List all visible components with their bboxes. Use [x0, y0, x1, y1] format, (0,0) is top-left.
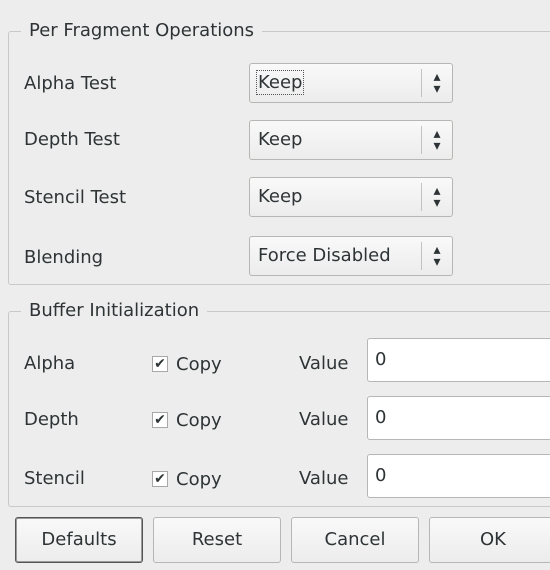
- stencil-copy-label: Copy: [176, 468, 222, 490]
- depth-test-value: Keep: [258, 129, 303, 150]
- checkmark-icon: ✔: [152, 471, 168, 487]
- stencil-copy-checkbox[interactable]: ✔ Copy: [152, 459, 222, 499]
- alpha-value-label: Value: [299, 353, 349, 374]
- alpha-copy-label: Copy: [176, 353, 222, 375]
- checkmark-icon: ✔: [152, 356, 168, 372]
- blending-label: Blending: [24, 247, 104, 268]
- blending-value: Force Disabled: [258, 245, 391, 266]
- alpha-value-field[interactable]: 0: [367, 338, 550, 382]
- buffer-stencil-label: Stencil: [24, 468, 85, 489]
- cancel-button[interactable]: Cancel: [291, 517, 419, 563]
- up-down-arrows-icon: ▴ ▾: [433, 183, 441, 211]
- alpha-test-value: Keep: [255, 70, 305, 95]
- depth-value-field[interactable]: 0: [367, 396, 550, 440]
- stencil-value-field[interactable]: 0: [367, 454, 550, 498]
- settings-dialog: Per Fragment Operations Alpha Test Keep …: [0, 0, 550, 570]
- depth-test-combo[interactable]: Keep ▴ ▾: [249, 120, 453, 160]
- up-down-arrows-icon: ▴ ▾: [433, 242, 441, 270]
- buffer-alpha-label: Alpha: [24, 353, 76, 374]
- up-down-arrows-icon: ▴ ▾: [433, 126, 441, 154]
- alpha-test-label: Alpha Test: [24, 73, 117, 94]
- reset-button[interactable]: Reset: [153, 517, 281, 563]
- buffer-depth-label: Depth: [24, 409, 79, 430]
- depth-copy-label: Copy: [176, 409, 222, 431]
- ok-button[interactable]: OK: [429, 517, 550, 563]
- alpha-test-combo[interactable]: Keep ▴ ▾: [249, 63, 453, 103]
- buffer-init-title: Buffer Initialization: [21, 300, 208, 322]
- stencil-test-label: Stencil Test: [24, 187, 127, 208]
- blending-combo[interactable]: Force Disabled ▴ ▾: [249, 236, 453, 276]
- defaults-button[interactable]: Defaults: [15, 517, 143, 563]
- stencil-test-combo[interactable]: Keep ▴ ▾: [249, 177, 453, 217]
- up-down-arrows-icon: ▴ ▾: [433, 69, 441, 97]
- alpha-copy-checkbox[interactable]: ✔ Copy: [152, 344, 222, 384]
- stencil-value-label: Value: [299, 468, 349, 489]
- depth-test-label: Depth Test: [24, 129, 120, 150]
- depth-copy-checkbox[interactable]: ✔ Copy: [152, 400, 222, 440]
- per-fragment-title: Per Fragment Operations: [21, 20, 263, 42]
- depth-value-label: Value: [299, 409, 349, 430]
- checkmark-icon: ✔: [152, 412, 168, 428]
- stencil-test-value: Keep: [258, 186, 303, 207]
